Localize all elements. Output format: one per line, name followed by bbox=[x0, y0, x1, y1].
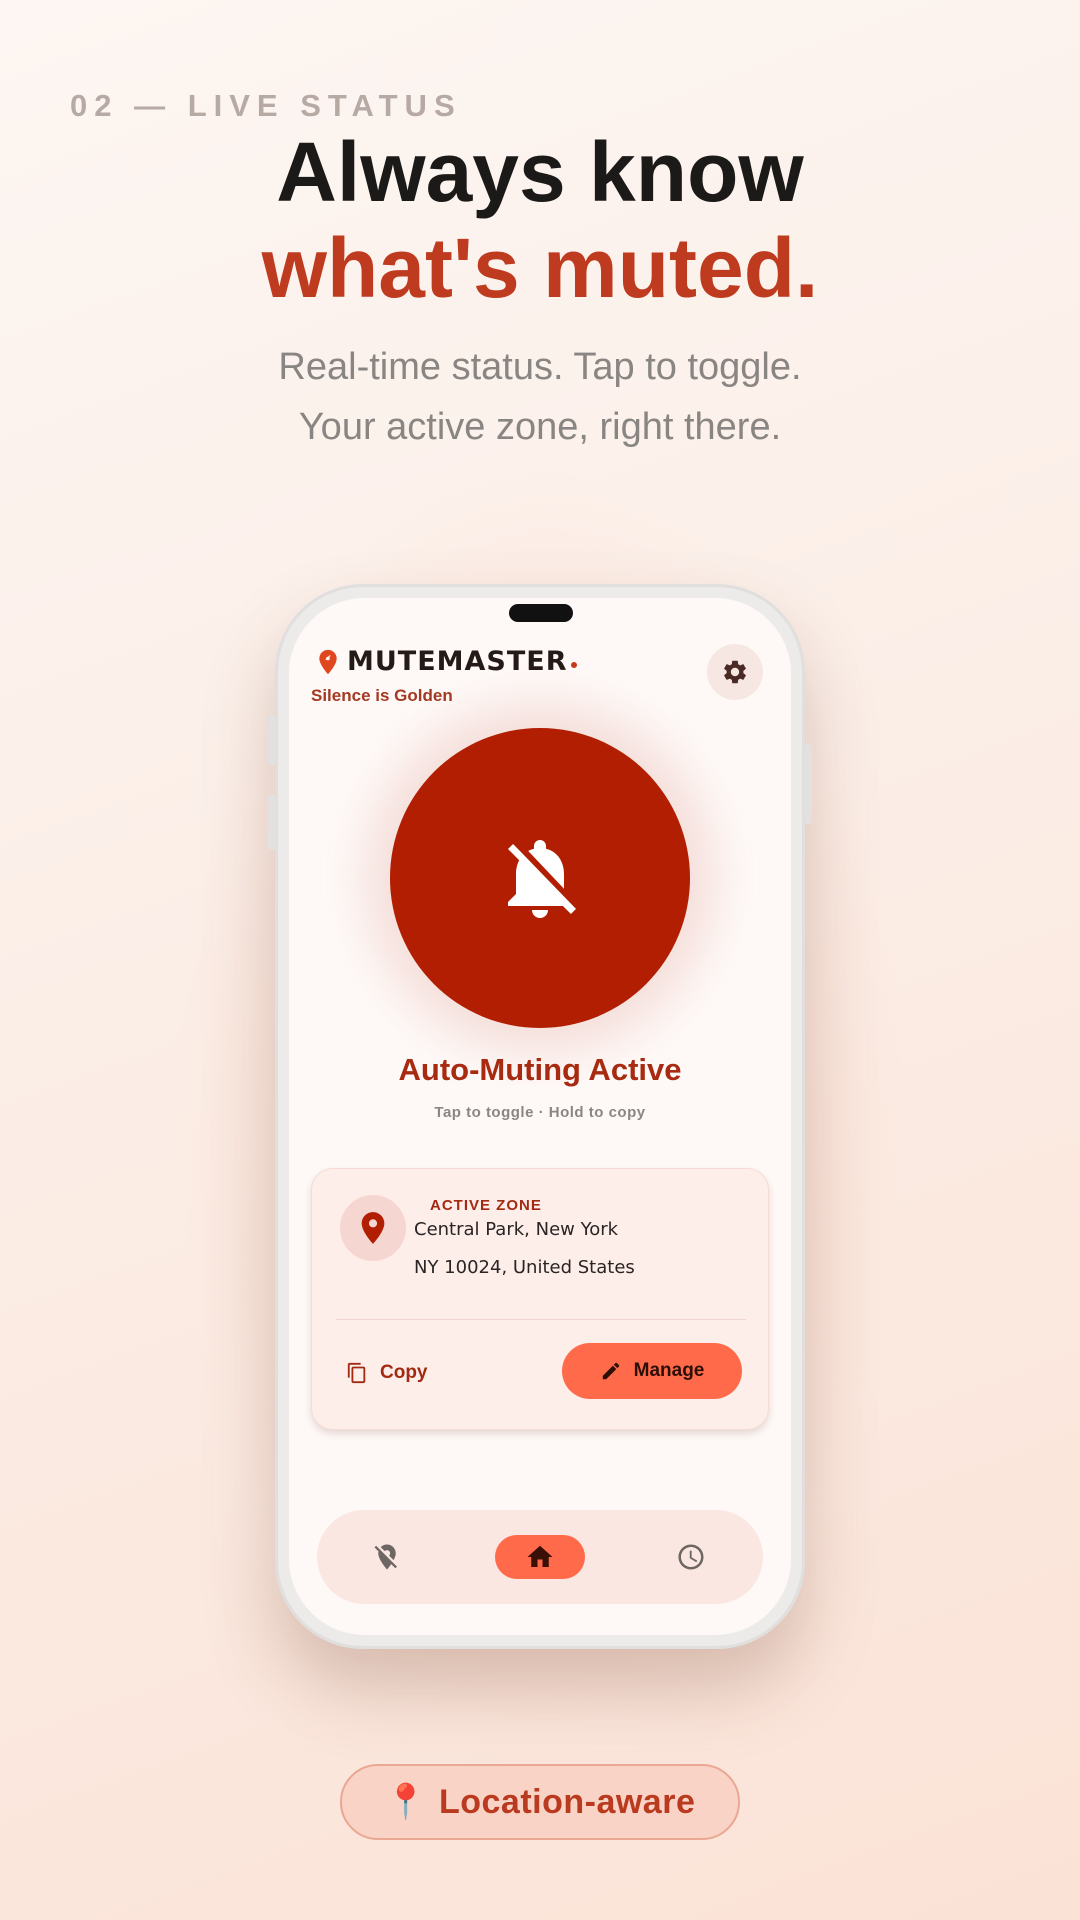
bottom-navigation bbox=[317, 1510, 763, 1604]
app-tagline: Silence is Golden bbox=[311, 686, 453, 705]
zone-icon-badge bbox=[340, 1195, 406, 1261]
headline-line-1: Always know bbox=[276, 125, 804, 219]
map-pin-icon bbox=[361, 1212, 385, 1244]
card-divider bbox=[336, 1319, 746, 1320]
headline-line-2: what's muted. bbox=[261, 221, 819, 315]
mute-status-hint: Tap to toggle · Hold to copy bbox=[434, 1104, 646, 1121]
nav-home-tab[interactable] bbox=[495, 1535, 585, 1579]
brand-pin-icon bbox=[319, 649, 337, 674]
home-icon bbox=[527, 1545, 553, 1567]
active-zone-label: ACTIVE ZONE bbox=[430, 1197, 542, 1214]
active-zone-card: ACTIVE ZONE Central Park, New York NY 10… bbox=[311, 1168, 769, 1430]
subtitle-line-1: Real-time status. Tap to toggle. bbox=[278, 346, 802, 388]
pencil-icon bbox=[602, 1362, 619, 1380]
location-aware-badge: 📍 Location-aware bbox=[340, 1764, 740, 1840]
app-name: MUTEMASTER bbox=[347, 646, 568, 677]
copy-button-label: Copy bbox=[380, 1362, 428, 1383]
location-off-icon bbox=[374, 1544, 397, 1570]
brand-dot bbox=[570, 661, 577, 668]
bell-off-icon bbox=[508, 840, 576, 918]
zone-address-line-1: Central Park, New York bbox=[414, 1219, 619, 1240]
nav-zones-tab[interactable] bbox=[365, 1535, 409, 1579]
zone-address-line-2: NY 10024, United States bbox=[414, 1257, 635, 1278]
nav-history-tab[interactable] bbox=[669, 1535, 713, 1579]
section-eyebrow: 02 — LIVE STATUS bbox=[70, 88, 462, 123]
copy-icon bbox=[347, 1362, 366, 1384]
pushpin-icon: 📍 bbox=[384, 1783, 427, 1821]
manage-button-label: Manage bbox=[633, 1360, 705, 1381]
copy-button[interactable]: Copy bbox=[346, 1353, 428, 1393]
mute-status-title: Auto-Muting Active bbox=[398, 1052, 682, 1087]
app-brand: MUTEMASTER bbox=[317, 646, 577, 677]
subtitle-line-2: Your active zone, right there. bbox=[298, 406, 782, 448]
clock-icon bbox=[678, 1544, 704, 1570]
settings-button[interactable] bbox=[707, 644, 763, 700]
manage-button[interactable]: Manage bbox=[562, 1343, 742, 1399]
auto-mute-toggle-button[interactable] bbox=[390, 728, 690, 1028]
gear-icon bbox=[724, 660, 746, 684]
volume-up-side-button bbox=[268, 714, 276, 766]
phone-screen: MUTEMASTER Silence is Golden Auto-Muting… bbox=[289, 598, 791, 1635]
camera-notch bbox=[509, 604, 573, 622]
volume-down-side-button bbox=[268, 794, 276, 850]
location-aware-label: Location-aware bbox=[438, 1782, 696, 1821]
power-side-button bbox=[804, 744, 812, 824]
phone-mockup: MUTEMASTER Silence is Golden Auto-Muting… bbox=[268, 584, 812, 1649]
